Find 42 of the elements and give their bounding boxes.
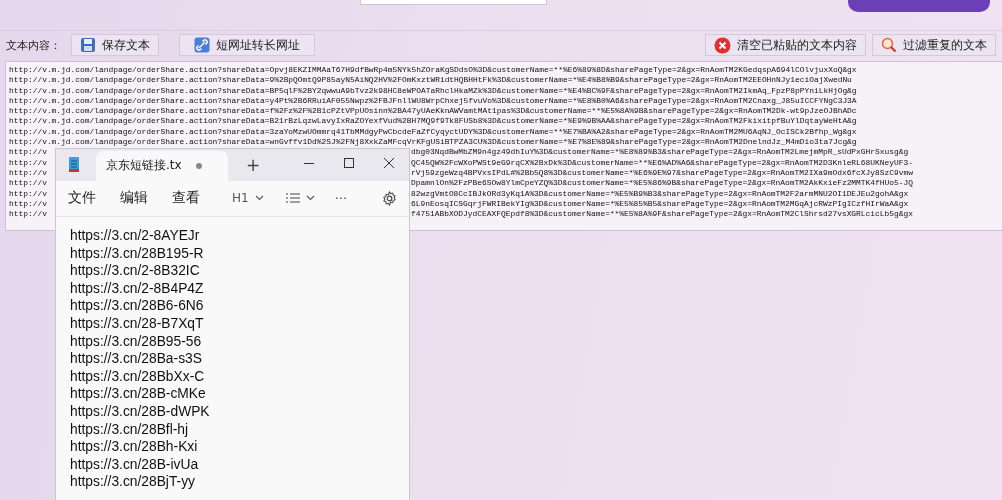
- text-content-label: 文本内容：: [6, 37, 61, 53]
- short-url: https://3.cn/28B95-56: [70, 332, 203, 351]
- short-url: https://3.cn/28BbXx-C: [70, 367, 206, 386]
- action-button[interactable]: [848, 0, 990, 12]
- notepad-icon: [68, 156, 80, 174]
- short-url: https://3.cn/28B195-R: [70, 244, 205, 263]
- menu-item[interactable]: 文件: [68, 189, 96, 208]
- link-icon: [194, 37, 210, 53]
- close-icon: [384, 158, 394, 168]
- tab-title: 京东短链接.tx: [106, 157, 182, 175]
- short-url: https://3.cn/28BjT-yy: [70, 473, 196, 491]
- chevron-down-icon: [305, 195, 315, 202]
- filter-button[interactable]: 过滤重复的文本: [872, 34, 996, 56]
- clear-button[interactable]: 清空已粘贴的文本内容: [705, 34, 866, 56]
- link-button[interactable]: 短网址转长网址: [179, 34, 315, 56]
- minimize-icon: [304, 162, 314, 164]
- menu-item[interactable]: 编辑: [120, 189, 148, 208]
- menu-item[interactable]: 查看: [172, 189, 200, 208]
- short-url: https://3.cn/28B-dWPK: [70, 403, 211, 421]
- heading-menu[interactable]: H1: [232, 191, 264, 206]
- short-url: https://3.cn/2-8B4P4Z: [70, 279, 205, 298]
- short-url: https://3.cn/28Ba-s3S: [70, 350, 203, 368]
- text-field[interactable]: [360, 0, 547, 5]
- settings-icon[interactable]: [382, 190, 397, 206]
- chevron-down-icon: [254, 195, 264, 202]
- more-button[interactable]: ···: [334, 190, 348, 206]
- short-url: https://3.cn/2-8B32IC: [70, 262, 201, 280]
- short-url: https://3.cn/2-8AYEJr: [70, 227, 201, 245]
- new-tab-button[interactable]: +: [246, 154, 261, 175]
- short-url: https://3.cn/28B-cMKe: [70, 385, 207, 404]
- maximize-icon: [344, 158, 354, 168]
- search-icon: [881, 37, 897, 53]
- short-url: https://3.cn/28B-ivUa: [70, 455, 200, 474]
- list-menu[interactable]: [285, 193, 315, 204]
- save-button[interactable]: 保存文本: [71, 34, 159, 56]
- list-icon: [285, 193, 300, 204]
- close-circle-icon: [714, 36, 731, 54]
- short-url: https://3.cn/28Bh-Kxi: [70, 438, 199, 456]
- short-url: https://3.cn/28Bfl-hj: [70, 420, 190, 439]
- short-url: https://3.cn/28-B7XqT: [70, 315, 205, 333]
- short-url: https://3.cn/28B6-6N6: [70, 297, 205, 316]
- file-tab[interactable]: 京东短链接.tx: [96, 150, 228, 181]
